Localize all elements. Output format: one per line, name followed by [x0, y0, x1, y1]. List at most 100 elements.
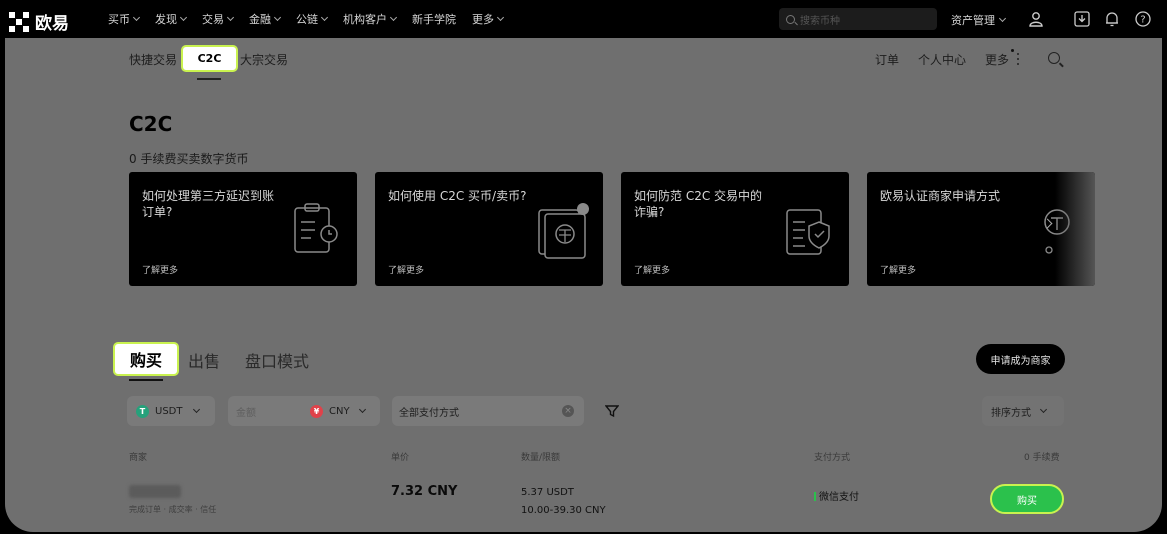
fiat-select-value: CNY [329, 405, 350, 417]
payment-method-select[interactable]: 全部支付方式 × [392, 396, 584, 426]
learn-more-link[interactable]: 了解更多 [880, 263, 916, 276]
card-title: 如何使用 C2C 买币/卖币? [388, 189, 527, 203]
sort-select[interactable]: 排序方式 [982, 396, 1064, 426]
svg-text:?: ? [1140, 15, 1145, 26]
chevron-down-icon [273, 13, 282, 22]
chevron-down-icon [496, 13, 505, 22]
logo[interactable]: 欧易 [9, 9, 69, 34]
chevron-down-icon [998, 14, 1007, 23]
usdt-icon: T [136, 404, 149, 418]
merchant-meta: 完成订单 · 成交率 · 信任 [129, 505, 217, 514]
learn-more-link[interactable]: 了解更多 [634, 263, 670, 276]
card-title: 如何处理第三方延迟到账订单? [142, 189, 275, 219]
coin-select[interactable]: T USDT [127, 396, 215, 426]
header-price: 单价 [391, 453, 410, 463]
buy-button[interactable]: 购买 [990, 484, 1064, 514]
menu-item[interactable]: 更多 [472, 11, 519, 27]
row-payment: 微信支付 [814, 488, 859, 503]
menu-item[interactable]: 发现 [155, 11, 202, 27]
tab-quick-trade[interactable]: 快捷交易 [129, 51, 177, 68]
tab-sell[interactable]: 出售 [188, 348, 220, 372]
okx-logo-icon [9, 11, 29, 32]
info-card[interactable]: 如何使用 C2C 买币/卖币? 了解更多 [375, 172, 603, 286]
more-menu[interactable]: 更多 [985, 51, 1009, 68]
merchant-name-blurred[interactable] [129, 485, 181, 498]
learn-more-link[interactable]: 了解更多 [388, 263, 424, 276]
coin-select-value: USDT [155, 405, 183, 417]
page-subtitle: 0 手续费买卖数字货币 [129, 152, 249, 166]
menu-item-label: 更多 [472, 13, 494, 26]
asset-management-menu[interactable]: 资产管理 [951, 12, 1007, 28]
header-quantity-limit: 数量/限额 [521, 453, 561, 463]
active-tab-indicator [129, 379, 163, 381]
brand-name: 欧易 [35, 14, 69, 34]
fiat-select[interactable]: ¥ CNY [310, 404, 366, 418]
help-icon[interactable]: ? [1134, 10, 1152, 28]
info-card[interactable]: 欧易认证商家申请方式 了解更多 [867, 172, 1095, 286]
kebab-icon[interactable] [1017, 53, 1019, 65]
header-payment: 支付方式 [814, 453, 851, 463]
clear-icon[interactable]: × [562, 405, 574, 417]
sort-select-label: 排序方式 [991, 407, 1031, 419]
chevron-down-icon [320, 13, 329, 22]
menu-item-label: 金融 [249, 13, 271, 26]
orders-link[interactable]: 订单 [875, 51, 899, 68]
chevron-down-icon [193, 405, 201, 414]
search-icon [786, 14, 795, 24]
top-search-placeholder: 搜索币种 [800, 15, 840, 27]
row-payment-label: 微信支付 [819, 492, 859, 503]
payment-color-bar [814, 492, 816, 501]
sub-navbar: 快捷交易 C2C 大宗交易 订单 个人中心 更多 [5, 38, 1162, 80]
card-title: 欧易认证商家申请方式 [880, 189, 1001, 203]
shield-document-icon [786, 209, 830, 255]
bell-icon[interactable] [1103, 10, 1121, 28]
main-menu: 买币 发现 交易 金融 公链 机构客户 新手学院 更多 [108, 0, 519, 38]
menu-item-label: 新手学院 [412, 13, 456, 26]
info-card[interactable]: 如何处理第三方延迟到账订单? 了解更多 [129, 172, 357, 286]
asset-management-label: 资产管理 [951, 14, 995, 27]
payment-method-value: 全部支付方式 [399, 407, 459, 419]
user-icon[interactable] [1027, 10, 1045, 28]
row-limit: 10.00-39.30 CNY [521, 505, 606, 516]
page-title: C2C [129, 112, 173, 136]
carousel-fade [1055, 172, 1095, 286]
personal-center-link[interactable]: 个人中心 [918, 51, 966, 68]
filter-icon[interactable] [605, 404, 619, 418]
menu-item[interactable]: 公链 [296, 11, 343, 27]
chevron-down-icon [389, 13, 398, 22]
cny-icon: ¥ [310, 404, 323, 418]
tab-orderbook-mode[interactable]: 盘口模式 [245, 348, 309, 372]
tab-c2c[interactable]: C2C [181, 45, 238, 72]
info-card[interactable]: 如何防范 C2C 交易中的诈骗? 了解更多 [621, 172, 849, 286]
menu-item[interactable]: 交易 [202, 11, 249, 27]
menu-item-label: 发现 [155, 13, 177, 26]
menu-item-label: 交易 [202, 13, 224, 26]
tab-bulk-trade[interactable]: 大宗交易 [240, 51, 288, 68]
menu-item[interactable]: 机构客户 [343, 11, 412, 27]
chevron-down-icon [358, 405, 366, 414]
download-icon[interactable] [1073, 10, 1091, 28]
menu-item-label: 买币 [108, 13, 130, 26]
chevron-down-icon [132, 13, 141, 22]
search-icon[interactable] [1048, 52, 1060, 64]
c2c-page: 快捷交易 C2C 大宗交易 订单 个人中心 更多 C2C 0 手续费买卖数字货币… [5, 38, 1162, 532]
top-navbar: 欧易 买币 发现 交易 金融 公链 机构客户 新手学院 更多 搜索币种 资产管理 ? [0, 0, 1167, 38]
tab-buy[interactable]: 购买 [113, 342, 179, 376]
become-merchant-button[interactable]: 申请成为商家 [976, 344, 1065, 374]
tether-card-icon [538, 203, 589, 259]
active-tab-indicator [197, 78, 221, 80]
menu-item[interactable]: 金融 [249, 11, 296, 27]
row-price: 7.32 CNY [391, 484, 458, 499]
top-search-input[interactable]: 搜索币种 [779, 8, 937, 30]
card-title: 如何防范 C2C 交易中的诈骗? [634, 189, 763, 219]
notification-dot [1011, 49, 1014, 52]
menu-item-label: 公链 [296, 13, 318, 26]
header-zero-fee: 0 手续费 [1024, 453, 1060, 463]
menu-item[interactable]: 买币 [108, 11, 155, 27]
chevron-down-icon [226, 13, 235, 22]
header-merchant: 商家 [129, 453, 148, 463]
menu-item[interactable]: 新手学院 [412, 11, 472, 27]
learn-more-link[interactable]: 了解更多 [142, 263, 178, 276]
menu-item-label: 机构客户 [343, 13, 387, 26]
amount-input[interactable]: 金额 ¥ CNY [228, 396, 380, 426]
